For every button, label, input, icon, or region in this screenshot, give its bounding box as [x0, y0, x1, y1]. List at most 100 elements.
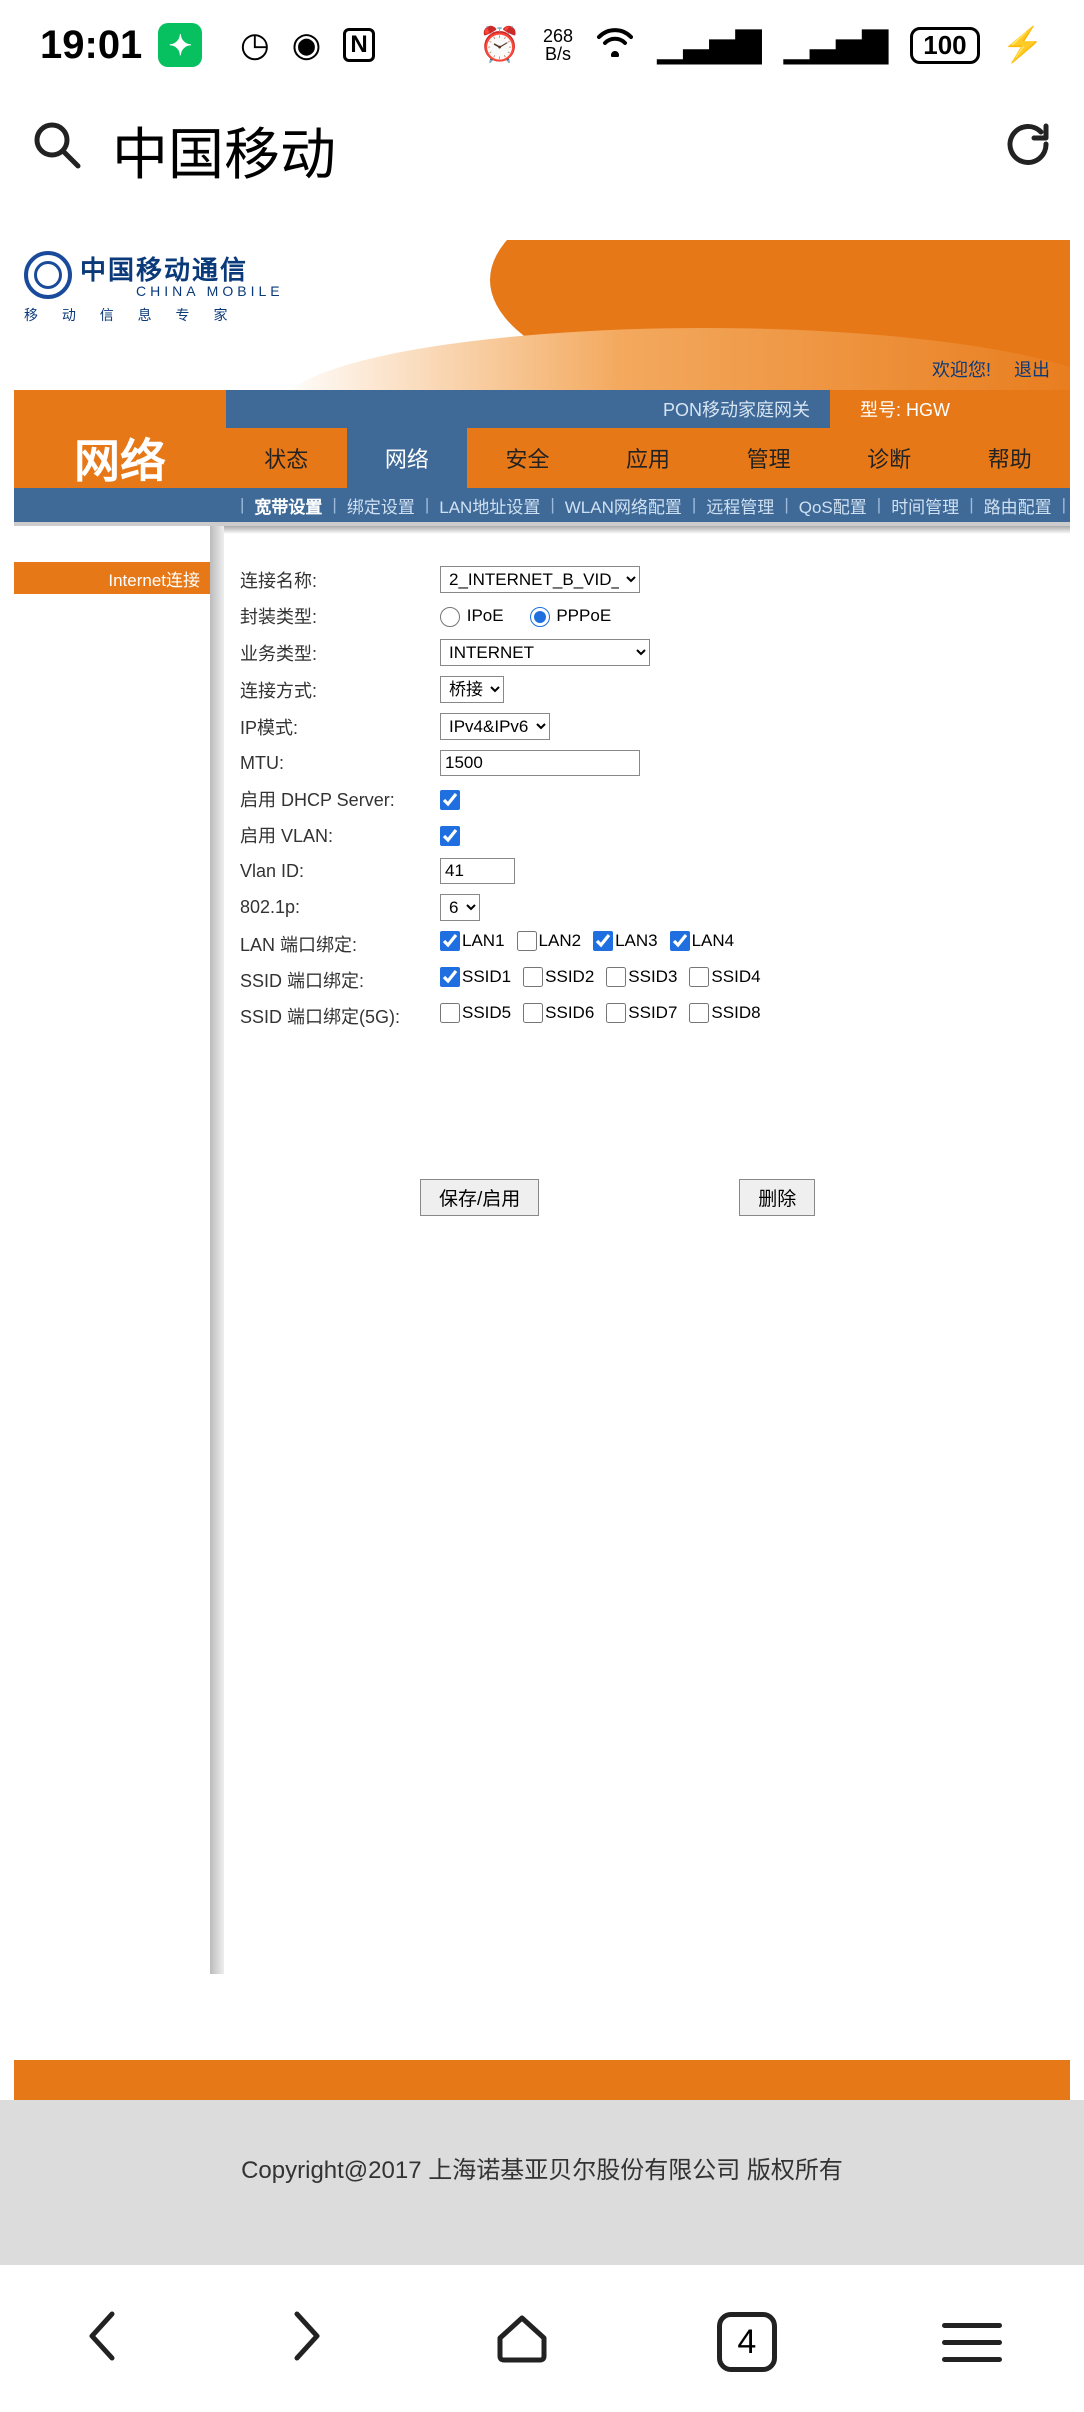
battery-indicator: 100	[910, 27, 979, 64]
forward-icon[interactable]	[287, 2308, 327, 2377]
tab-帮助[interactable]: 帮助	[949, 428, 1070, 488]
ssid-SSID3-label: SSID3	[628, 967, 677, 987]
sidebar-item-internet[interactable]: Internet连接	[14, 562, 210, 594]
status-time: 19:01	[40, 23, 142, 68]
conn-name-label: 连接名称:	[240, 566, 440, 593]
tab-网络[interactable]: 网络	[347, 428, 468, 488]
conn-mode-label: 连接方式:	[240, 676, 440, 703]
page-title: 中国移动	[112, 110, 972, 191]
tabs-count-button[interactable]: 4	[717, 2312, 777, 2372]
lan-LAN1-checkbox[interactable]	[440, 931, 460, 951]
ssid-SSID4-label: SSID4	[711, 967, 760, 987]
conn-name-select[interactable]: 2_INTERNET_B_VID_41	[440, 566, 640, 593]
svc-select[interactable]: INTERNET	[440, 639, 650, 666]
svc-label: 业务类型:	[240, 639, 440, 666]
welcome-text: 欢迎您!	[932, 360, 991, 380]
speedometer-icon: ◷	[240, 25, 270, 65]
reload-icon[interactable]	[1002, 118, 1054, 183]
ip-mode-label: IP模式:	[240, 713, 440, 740]
subtab-WLAN网络配置[interactable]: WLAN网络配置	[555, 493, 692, 518]
save-button[interactable]: 保存/启用	[420, 1179, 539, 1216]
encap-label: 封装类型:	[240, 603, 440, 629]
ssidbind5g-label: SSID 端口绑定(5G):	[240, 1003, 440, 1029]
lan-LAN4-checkbox[interactable]	[670, 931, 690, 951]
globe-icon	[24, 251, 72, 299]
phone-bottom-nav: 4	[0, 2272, 1084, 2412]
lan-LAN4-label: LAN4	[692, 931, 735, 951]
sub-tabs: |宽带设置|绑定设置|LAN地址设置|WLAN网络配置|远程管理|QoS配置|时…	[14, 488, 1070, 522]
menu-icon[interactable]	[942, 2323, 1002, 2362]
conn-mode-select[interactable]: 桥接	[440, 676, 504, 703]
router-admin-page: 中国移动通信 CHINA MOBILE 移 动 信 息 专 家 欢迎您! 退出 …	[14, 240, 1070, 2060]
ssid-SSID2-checkbox[interactable]	[523, 967, 543, 987]
vlan-enable-checkbox[interactable]	[440, 826, 460, 846]
p8021-select[interactable]: 6	[440, 894, 480, 921]
brand-en: CHINA MOBILE	[136, 283, 284, 299]
tab-状态[interactable]: 状态	[226, 428, 347, 488]
encap-pppoe-label: PPPoE	[556, 606, 611, 625]
ssid5g-SSID7-checkbox[interactable]	[606, 1003, 626, 1023]
lan-LAN2-label: LAN2	[539, 931, 582, 951]
section-title: 网络	[14, 428, 226, 488]
signal-icon-1: ▁▃▅▇	[657, 25, 762, 65]
ssid5g-SSID6-checkbox[interactable]	[523, 1003, 543, 1023]
lanbind-label: LAN 端口绑定:	[240, 931, 440, 957]
eye-icon: ◉	[292, 25, 322, 65]
brand-tagline: 移 动 信 息 专 家	[24, 305, 284, 325]
nfc-icon: N	[343, 28, 374, 62]
tab-管理[interactable]: 管理	[708, 428, 829, 488]
subtab-绑定设置[interactable]: 绑定设置	[337, 493, 425, 518]
ssidbind-label: SSID 端口绑定:	[240, 967, 440, 993]
ssid-SSID3-checkbox[interactable]	[606, 967, 626, 987]
ssid-SSID4-checkbox[interactable]	[689, 967, 709, 987]
back-icon[interactable]	[82, 2308, 122, 2377]
encap-pppoe-radio[interactable]	[530, 607, 550, 627]
header-banner: 中国移动通信 CHINA MOBILE 移 动 信 息 专 家 欢迎您! 退出	[14, 240, 1070, 390]
vlanid-input[interactable]	[440, 858, 515, 884]
subtab-QoS配置[interactable]: QoS配置	[789, 493, 877, 518]
home-icon[interactable]	[492, 2308, 552, 2377]
tab-诊断[interactable]: 诊断	[829, 428, 950, 488]
lan-LAN2-checkbox[interactable]	[517, 931, 537, 951]
ssid5g-SSID8-label: SSID8	[711, 1003, 760, 1023]
subtab-宽带设置[interactable]: 宽带设置	[244, 493, 332, 518]
wechat-icon: ✦	[158, 23, 202, 67]
tab-安全[interactable]: 安全	[467, 428, 588, 488]
main-tabs: 网络 状态网络安全应用管理诊断帮助	[14, 428, 1070, 488]
ssid5g-SSID6-label: SSID6	[545, 1003, 594, 1023]
subtab-路由配置[interactable]: 路由配置	[974, 493, 1062, 518]
model-label: 型号: HGW	[830, 390, 1070, 428]
ssid-SSID1-checkbox[interactable]	[440, 967, 460, 987]
dhcp-checkbox[interactable]	[440, 790, 460, 810]
lan-LAN3-checkbox[interactable]	[593, 931, 613, 951]
wifi-icon	[595, 25, 635, 66]
subtab-时间管理[interactable]: 时间管理	[881, 493, 969, 518]
subtab-远程管理[interactable]: 远程管理	[696, 493, 784, 518]
ssid5g-SSID5-checkbox[interactable]	[440, 1003, 460, 1023]
tabs-count-value: 4	[737, 2323, 756, 2362]
sidebar: Internet连接	[14, 526, 210, 1974]
browser-top-bar: 中国移动	[0, 90, 1084, 240]
encap-ipoe-label: IPoE	[467, 606, 504, 625]
mtu-input[interactable]	[440, 750, 640, 776]
signal-icon-2: ▁▃▅▇	[784, 25, 889, 65]
form-area: 连接名称: 2_INTERNET_B_VID_41 封装类型: IPoE PPP…	[224, 526, 1070, 1974]
orange-footer-bar	[14, 2060, 1070, 2100]
ip-mode-select[interactable]: IPv4&IPv6	[440, 713, 550, 740]
delete-button[interactable]: 删除	[739, 1179, 815, 1216]
search-icon[interactable]	[30, 118, 82, 183]
brand-cn: 中国移动通信	[80, 250, 284, 287]
vertical-divider	[210, 526, 224, 1974]
logout-link[interactable]: 退出	[1014, 360, 1050, 380]
ssid5g-SSID7-label: SSID7	[628, 1003, 677, 1023]
phone-status-bar: 19:01 ✦ ◷ ◉ N ⏰ 268B/s ▁▃▅▇ ▁▃▅▇ 100 ⚡	[0, 0, 1084, 90]
encap-ipoe-radio[interactable]	[440, 607, 460, 627]
ssid-SSID1-label: SSID1	[462, 967, 511, 987]
model-strip: PON移动家庭网关 型号: HGW	[14, 390, 1070, 428]
tab-应用[interactable]: 应用	[588, 428, 709, 488]
vlanid-label: Vlan ID:	[240, 858, 440, 884]
ssid5g-SSID8-checkbox[interactable]	[689, 1003, 709, 1023]
subtab-LAN地址设置[interactable]: LAN地址设置	[429, 493, 550, 518]
net-speed: 268B/s	[543, 27, 573, 63]
mtu-label: MTU:	[240, 750, 440, 776]
